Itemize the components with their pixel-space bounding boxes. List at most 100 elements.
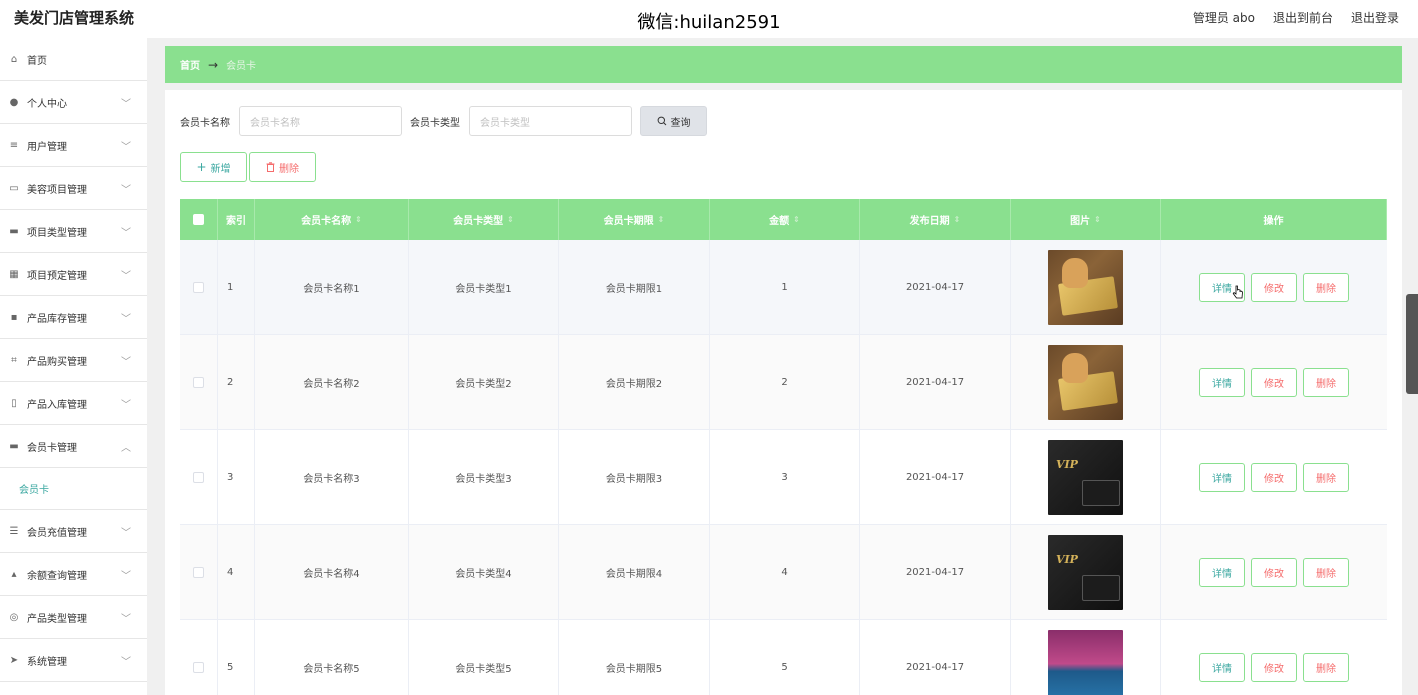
cell-card-type: 会员卡类型3 — [455, 473, 512, 485]
delete-button[interactable]: 删除 — [1303, 652, 1349, 682]
chevron-down-icon: ﹀ — [121, 185, 131, 196]
add-button[interactable]: + 新增 — [180, 152, 247, 182]
card-type-input[interactable]: 会员卡类型 — [469, 106, 632, 136]
sidebar-item-label: 会员卡管理 — [27, 442, 77, 454]
sidebar-item[interactable]: ☰ 会员充值管理 ﹀ — [0, 510, 147, 553]
cell-card-name: 会员卡名称5 — [303, 663, 360, 675]
side-panel-handle[interactable] — [1406, 294, 1418, 394]
header-card-period[interactable]: 会员卡期限 ⇕ — [559, 199, 710, 240]
edit-button[interactable]: 修改 — [1251, 462, 1297, 492]
chevron-down-icon: ﹀ — [121, 657, 131, 668]
cell-card-type: 会员卡类型5 — [455, 663, 512, 675]
row-actions: 详情 修改 删除 — [1199, 557, 1349, 587]
chevron-down-icon: ﹀ — [121, 528, 131, 539]
sidebar-item[interactable]: ▯ 产品入库管理 ﹀ — [0, 382, 147, 425]
edit-button[interactable]: 修改 — [1251, 272, 1297, 302]
sort-icon: ⇕ — [355, 215, 362, 224]
search-icon — [657, 116, 666, 126]
header-date[interactable]: 发布日期 ⇕ — [860, 199, 1011, 240]
sort-icon: ⇕ — [953, 215, 961, 224]
exit-to-front-link[interactable]: 退出到前台 — [1273, 9, 1333, 26]
row-checkbox[interactable] — [193, 376, 204, 388]
sidebar: ⌂ 首页 ● 个人中心 ﹀ ≡ 用户管理 ﹀ ▭ 美容项目管理 ﹀ ▬ 项目类型管理 ﹀ ▦ 项目预定管理 ﹀ ▪… — [0, 38, 147, 695]
cell-card-type: 会员卡类型1 — [455, 283, 512, 295]
top-right-links: 管理员 abo 退出到前台 退出登录 — [1193, 9, 1399, 26]
main-content: 首页 → 会员卡 会员卡名称 会员卡名称 会员卡类型 会员卡类型 查询 + 新增… — [165, 38, 1402, 695]
chevron-down-icon: ﹀ — [121, 228, 131, 239]
table-body: 1 会员卡名称1 会员卡类型1 会员卡期限1 1 2021-04-17 详情 修改 删除 2 会员卡… — [180, 240, 1387, 695]
row-checkbox[interactable] — [193, 281, 204, 293]
thumbnail-detail — [1062, 257, 1088, 288]
sidebar-subitem-member-card[interactable]: 会员卡 — [0, 468, 147, 510]
thumb-icon: ▴ — [11, 568, 17, 580]
cell-date: 2021-04-17 — [905, 471, 965, 483]
sidebar-item[interactable]: ◎ 产品类型管理 ﹀ — [0, 596, 147, 639]
row-checkbox[interactable] — [193, 566, 204, 578]
delete-button[interactable]: 删除 — [1303, 367, 1349, 397]
row-checkbox[interactable] — [193, 661, 204, 673]
delete-button[interactable]: 删除 — [1303, 272, 1349, 302]
sidebar-item[interactable]: ▴ 余额查询管理 ﹀ — [0, 553, 147, 596]
header-actions: 操作 — [1161, 199, 1387, 240]
sidebar-item[interactable]: ▬ 项目类型管理 ﹀ — [0, 210, 147, 253]
edit-button[interactable]: 修改 — [1251, 367, 1297, 397]
card-thumbnail[interactable] — [1048, 249, 1123, 325]
header-amount[interactable]: 金额 ⇕ — [710, 199, 860, 240]
row-actions: 详情 修改 删除 — [1199, 272, 1349, 302]
table-row: 3 会员卡名称3 会员卡类型3 会员卡期限3 3 2021-04-17 VIP 详情 修改 删除 — [180, 430, 1387, 525]
cell-date: 2021-04-17 — [905, 376, 965, 388]
card-name-input[interactable]: 会员卡名称 — [239, 106, 402, 136]
select-all-checkbox[interactable] — [193, 214, 204, 225]
sidebar-item[interactable]: ▬ 会员卡管理 ︿ — [0, 425, 147, 468]
card-thumbnail[interactable] — [1048, 629, 1123, 695]
sidebar-item-label: 余额查询管理 — [27, 570, 87, 582]
detail-button[interactable]: 详情 — [1199, 462, 1245, 492]
card-type-label: 会员卡类型 — [410, 117, 460, 129]
sidebar-item[interactable]: ➤ 系统管理 ﹀ — [0, 639, 147, 682]
detail-button[interactable]: 详情 — [1199, 557, 1245, 587]
plus-icon: + — [196, 160, 207, 174]
cell-card-period: 会员卡期限4 — [605, 568, 663, 580]
cell-amount: 5 — [781, 661, 788, 673]
batch-delete-button[interactable]: 删除 — [249, 152, 316, 182]
cell-amount: 4 — [781, 566, 788, 578]
chevron-down-icon: ﹀ — [121, 271, 131, 282]
monitor-icon: ▬ — [9, 225, 19, 237]
card-thumbnail[interactable] — [1048, 344, 1123, 420]
header-card-name[interactable]: 会员卡名称 ⇕ — [255, 199, 409, 240]
sidebar-item-label: 美容项目管理 — [27, 184, 87, 196]
card-thumbnail[interactable]: VIP — [1048, 439, 1123, 515]
query-button[interactable]: 查询 — [640, 106, 707, 136]
sidebar-item-label: 系统管理 — [27, 656, 67, 668]
sort-icon: ⇕ — [793, 215, 800, 224]
delete-button[interactable]: 删除 — [1303, 557, 1349, 587]
cell-card-period: 会员卡期限1 — [605, 283, 663, 295]
breadcrumb-home[interactable]: 首页 — [180, 57, 200, 72]
detail-button[interactable]: 详情 — [1199, 367, 1245, 397]
sidebar-item[interactable]: ⌂ 首页 — [0, 38, 147, 81]
sidebar-item[interactable]: ▪ 产品库存管理 ﹀ — [0, 296, 147, 339]
row-checkbox[interactable] — [193, 471, 204, 483]
batch-delete-label: 删除 — [279, 163, 299, 175]
card-thumbnail[interactable]: VIP — [1048, 534, 1123, 610]
cell-card-period: 会员卡期限3 — [605, 473, 663, 485]
sidebar-item[interactable]: ≡ 用户管理 ﹀ — [0, 124, 147, 167]
sidebar-item-label: 产品库存管理 — [27, 313, 87, 325]
chevron-down-icon: ﹀ — [121, 614, 131, 625]
cell-date: 2021-04-17 — [905, 661, 965, 673]
edit-button[interactable]: 修改 — [1251, 652, 1297, 682]
edit-button[interactable]: 修改 — [1251, 557, 1297, 587]
sidebar-item[interactable]: ● 个人中心 ﹀ — [0, 81, 147, 124]
sidebar-item[interactable]: ⌗ 产品购买管理 ﹀ — [0, 339, 147, 382]
admin-label: 管理员 abo — [1192, 11, 1255, 25]
header-image[interactable]: 图片 ⇕ — [1011, 199, 1161, 240]
sidebar-item[interactable]: ▦ 项目预定管理 ﹀ — [0, 253, 147, 296]
row-actions: 详情 修改 删除 — [1199, 652, 1349, 682]
delete-button[interactable]: 删除 — [1303, 462, 1349, 492]
detail-button[interactable]: 详情 — [1199, 652, 1245, 682]
thumbnail-detail: VIP — [1056, 552, 1078, 566]
logout-link[interactable]: 退出登录 — [1351, 9, 1399, 26]
cell-date: 2021-04-17 — [905, 281, 965, 293]
header-card-type[interactable]: 会员卡类型 ⇕ — [409, 199, 559, 240]
sidebar-item[interactable]: ▭ 美容项目管理 ﹀ — [0, 167, 147, 210]
